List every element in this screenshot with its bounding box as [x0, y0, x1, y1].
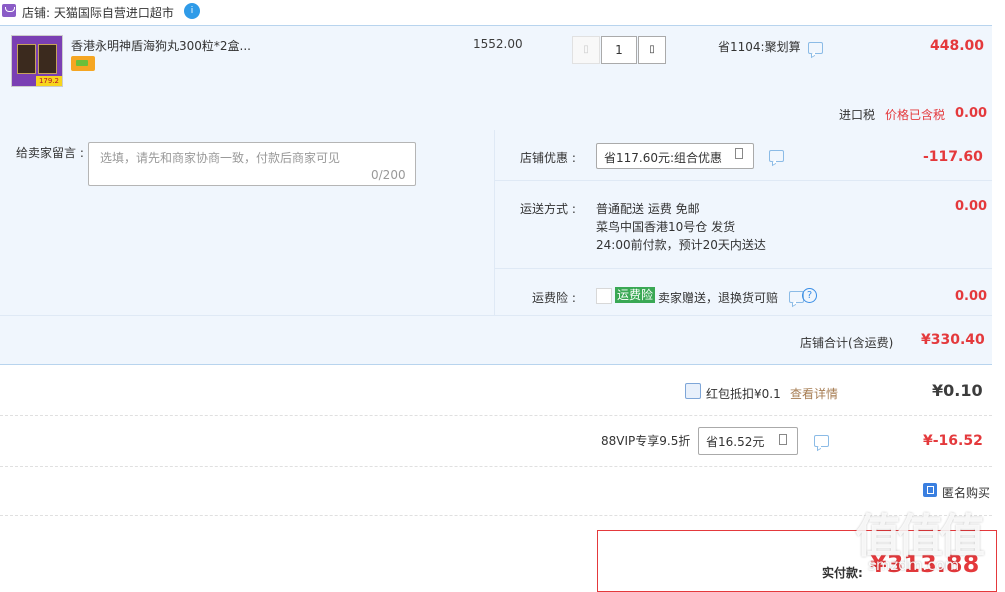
item-unit-price: 1552.00: [473, 37, 523, 51]
import-tax-label: 进口税: [839, 108, 876, 122]
anonymous-purchase-row: [0, 467, 992, 516]
item-savings-text: 省1104:聚划算: [718, 40, 801, 54]
tax-included-note: 价格已含税: [885, 108, 946, 122]
red-packet-checkbox[interactable]: [685, 383, 701, 399]
shop-icon: [2, 4, 16, 17]
shipping-insurance-desc: 卖家赠送，退换货可赔: [658, 291, 779, 305]
divider: [495, 180, 992, 181]
coupon-icon[interactable]: [71, 56, 95, 71]
red-packet-row: [0, 365, 992, 416]
vip-discount-row: [0, 416, 992, 467]
shipping-insurance-label: 运费险 :: [532, 291, 576, 305]
shipping-fee-value: 0.00: [955, 199, 988, 214]
message-icon[interactable]: [808, 42, 823, 54]
seller-message-label: 给卖家留言 :: [16, 146, 84, 160]
shop-total-label: 店铺合计(含运费): [800, 336, 894, 350]
shipping-method-text: 普通配送 运费 免邮: [596, 202, 700, 216]
thumb-price-tag: 179.2: [36, 76, 62, 86]
actual-payment-label: 实付款:: [822, 566, 863, 580]
shop-discount-selected[interactable]: 省117.60元:组合优惠: [604, 149, 722, 166]
shipping-eta-text: 24:00前付款，预计20天内送达: [596, 238, 766, 252]
item-title-link[interactable]: 香港永明神盾海狗丸300粒*2盒...: [71, 37, 251, 54]
seller-message-counter: 0/200: [371, 168, 406, 182]
shipping-insurance-checkbox[interactable]: [596, 288, 612, 304]
shop-discount-value: -117.60: [923, 149, 983, 165]
shipping-method-label: 运送方式 :: [520, 202, 576, 216]
divider: [495, 268, 992, 269]
red-packet-detail-link[interactable]: 查看详情: [790, 385, 838, 402]
red-packet-label: 红包抵扣¥0.1: [706, 387, 781, 401]
quantity-increase-button[interactable]: ▯: [638, 36, 666, 64]
shop-total-value: ¥330.40: [921, 332, 985, 348]
dropdown-caret-icon[interactable]: [735, 148, 743, 159]
quantity-decrease-button[interactable]: ▯: [572, 36, 600, 64]
product-box-image: [38, 44, 57, 74]
item-subtotal: 448.00: [930, 38, 985, 54]
shop-badge-icon[interactable]: i: [184, 3, 200, 19]
quantity-input[interactable]: 1: [601, 36, 637, 64]
product-box-image: [17, 44, 36, 74]
anonymous-purchase-label[interactable]: 匿名购买: [942, 484, 990, 501]
red-packet-value: ¥0.10: [932, 381, 983, 400]
item-thumbnail[interactable]: 179.2: [11, 35, 63, 87]
watermark-url: smzdm.com: [868, 556, 960, 574]
seller-message-placeholder: 选填，请先和商家协商一致，付款后商家可见: [100, 151, 341, 165]
help-icon[interactable]: ?: [802, 288, 817, 303]
shop-discount-label: 店铺优惠 :: [520, 151, 576, 165]
shop-name[interactable]: 店铺: 天猫国际自营进口超市: [22, 4, 174, 21]
divider: [494, 130, 495, 315]
import-tax-value: 0.00: [955, 106, 988, 121]
vip-discount-label: 88VIP专享9.5折: [601, 434, 691, 448]
shipping-insurance-tag: 运费险: [615, 287, 656, 303]
shipping-insurance-value: 0.00: [955, 289, 988, 304]
message-icon[interactable]: [814, 435, 829, 447]
shipping-warehouse-text: 菜鸟中国香港10号仓 发货: [596, 220, 736, 234]
anonymous-purchase-checkbox[interactable]: [923, 483, 937, 497]
dropdown-caret-icon[interactable]: [779, 434, 787, 445]
message-icon[interactable]: [769, 150, 784, 162]
vip-discount-selected[interactable]: 省16.52元: [706, 433, 764, 450]
vip-discount-value: ¥-16.52: [923, 433, 983, 449]
